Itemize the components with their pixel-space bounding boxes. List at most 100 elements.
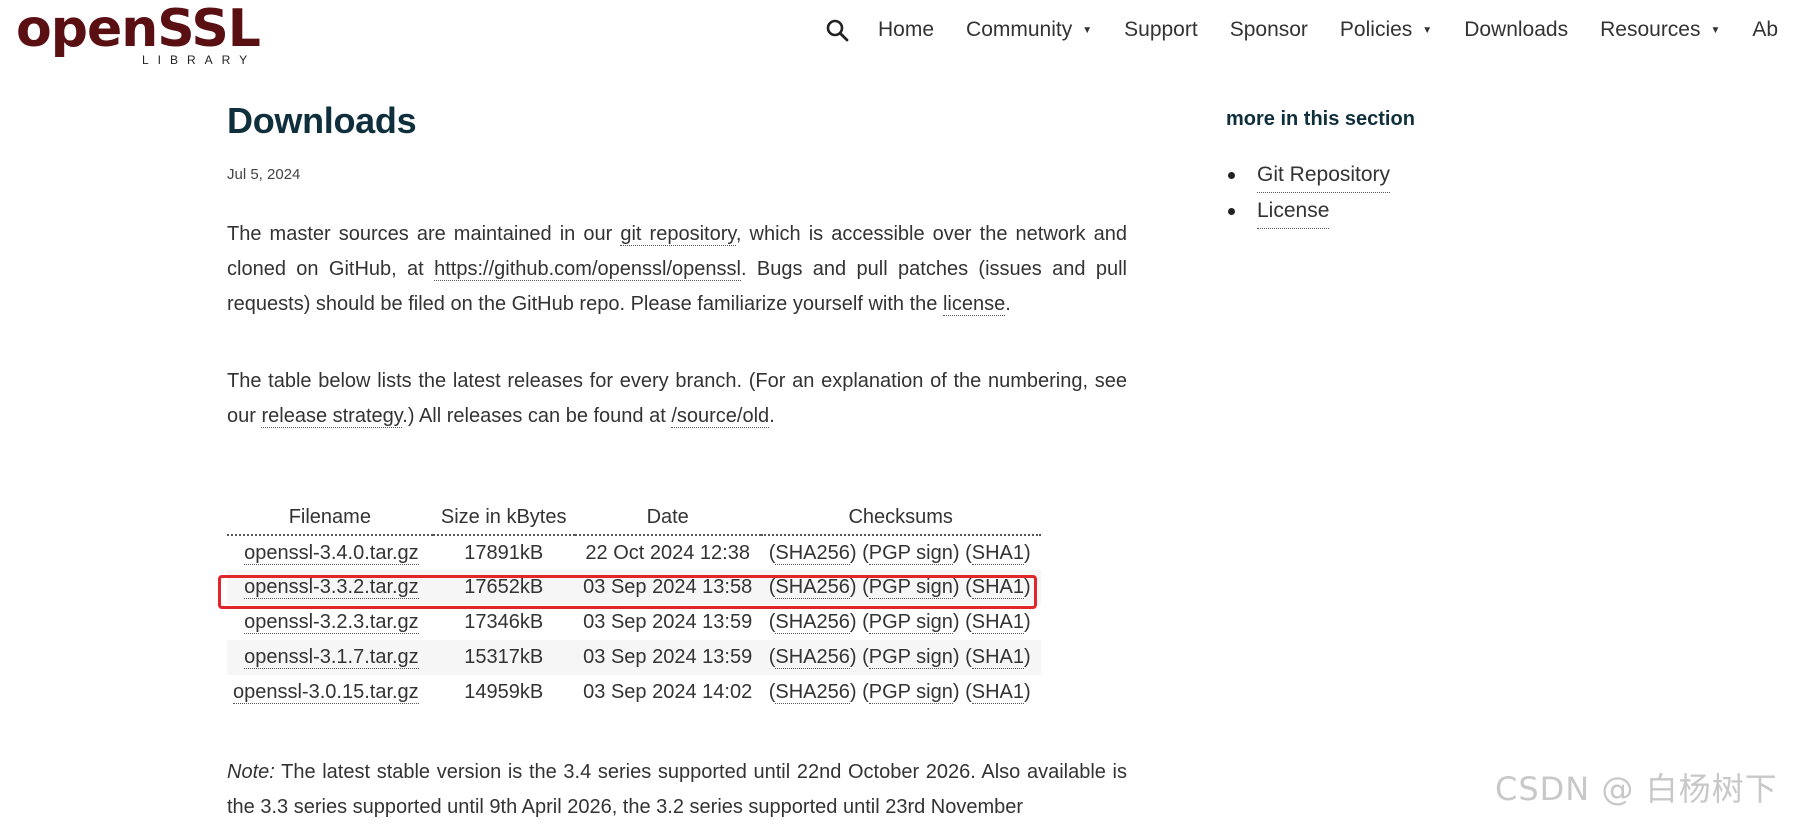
openssl-logo[interactable]: openSSL LIBRARY (16, 0, 276, 70)
logo-subtext: LIBRARY (142, 53, 256, 67)
pgp-sign-link[interactable]: PGP sign (868, 541, 953, 565)
checksums-cell: (SHA256) (PGP sign) (SHA1) (768, 611, 1031, 634)
page-date: Jul 5, 2024 (227, 166, 301, 183)
openssl-logo-graphic: openSSL LIBRARY (16, 0, 261, 67)
size-cell: 14959kB (464, 681, 544, 703)
filename-cell: openssl-3.2.3.tar.gz (227, 605, 433, 640)
date-cell: 03 Sep 2024 13:59 (583, 611, 753, 633)
sidebar-title: more in this section (1226, 108, 1415, 130)
table-intro-text-2: .) All releases can be found at (402, 405, 672, 427)
intro-text-1: The master sources are maintained in our (227, 223, 621, 245)
pgp-sign-link[interactable]: PGP sign (868, 681, 953, 704)
size-cell: 17652kB (432, 570, 575, 605)
nav-resources-label: Resources (1600, 18, 1701, 41)
table-header-row: Filename Size in kBytes Date Checksums (227, 500, 1041, 536)
nav-about[interactable]: Ab (1752, 18, 1778, 42)
download-link[interactable]: openssl-3.2.3.tar.gz (244, 611, 419, 634)
nav-policies[interactable]: Policies ▼ (1340, 18, 1432, 42)
download-link[interactable]: openssl-3.0.15.tar.gz (233, 681, 419, 704)
header-size: Size in kBytes (432, 500, 575, 536)
nav-support-label: Support (1124, 18, 1198, 41)
download-link[interactable]: openssl-3.4.0.tar.gz (244, 541, 419, 565)
header-filename: Filename (227, 500, 433, 536)
filename-cell: openssl-3.0.15.tar.gz (227, 675, 433, 710)
sha256-link[interactable]: SHA256 (775, 576, 850, 599)
filename-cell: openssl-3.4.0.tar.gz (227, 535, 433, 570)
date-cell: 03 Sep 2024 14:02 (583, 681, 753, 703)
caret-down-icon: ▼ (1422, 24, 1433, 36)
nav-about-label: Ab (1752, 18, 1779, 41)
downloads-table: Filename Size in kBytes Date Checksums o… (227, 500, 1041, 710)
pgp-sign-link[interactable]: PGP sign (868, 646, 953, 669)
nav-sponsor[interactable]: Sponsor (1230, 18, 1308, 42)
bullet-icon (1228, 171, 1235, 179)
pgp-sign-link[interactable]: PGP sign (868, 611, 953, 634)
sidebar-git-repository-link[interactable]: Git Repository (1257, 157, 1391, 193)
nav-downloads-label: Downloads (1464, 18, 1569, 41)
checksums-cell: (SHA256) (PGP sign) (SHA1) (760, 570, 1041, 605)
table-row: openssl-3.2.3.tar.gz 17346kB 03 Sep 2024… (227, 605, 1041, 640)
size-cell: 15317kB (432, 640, 575, 675)
date-cell: 22 Oct 2024 12:38 (585, 541, 750, 564)
table-intro-text-3: . (769, 405, 775, 427)
sidebar-license-link[interactable]: License (1257, 193, 1330, 229)
size-cell: 17346kB (464, 611, 544, 633)
nav-downloads[interactable]: Downloads (1464, 18, 1568, 42)
sha1-link[interactable]: SHA1 (971, 646, 1025, 669)
note-label: Note: (227, 761, 275, 783)
filename-cell: openssl-3.1.7.tar.gz (227, 640, 433, 675)
sidebar-list: Git Repository License (1226, 157, 1526, 229)
table-row: openssl-3.3.2.tar.gz 17652kB 03 Sep 2024… (227, 570, 1041, 605)
pgp-sign-link[interactable]: PGP sign (868, 576, 953, 599)
bullet-icon (1228, 207, 1235, 215)
note-text: The latest stable version is the 3.4 ser… (227, 761, 1127, 818)
main-content: Downloads Jul 5, 2024 The master sources… (227, 100, 1127, 818)
sha256-link[interactable]: SHA256 (775, 611, 850, 634)
nav-support[interactable]: Support (1124, 18, 1198, 42)
nav-community-label: Community (966, 18, 1073, 41)
table-row: openssl-3.0.15.tar.gz 14959kB 03 Sep 202… (227, 675, 1041, 710)
header-checksums: Checksums (760, 500, 1041, 536)
license-link[interactable]: license (942, 293, 1006, 316)
size-cell: 17891kB (464, 541, 544, 564)
sidebar: more in this section Git Repository Lice… (1226, 108, 1526, 229)
search-icon[interactable] (822, 15, 852, 45)
download-link[interactable]: openssl-3.1.7.tar.gz (244, 646, 419, 669)
date-cell: 03 Sep 2024 13:59 (574, 640, 761, 675)
date-cell: 03 Sep 2024 13:58 (574, 570, 761, 605)
logo-text: openSSL (16, 0, 260, 59)
source-old-link[interactable]: /source/old (671, 405, 770, 428)
nav-policies-label: Policies (1339, 18, 1413, 41)
sha256-link[interactable]: SHA256 (775, 646, 850, 669)
sha1-link[interactable]: SHA1 (971, 576, 1025, 599)
intro-text-4: . (1005, 293, 1011, 315)
sha256-link[interactable]: SHA256 (775, 541, 850, 565)
table-row: openssl-3.1.7.tar.gz 15317kB 03 Sep 2024… (227, 640, 1041, 675)
checksums-cell: (SHA256) (PGP sign) (SHA1) (768, 541, 1031, 565)
checksums-cell: (SHA256) (PGP sign) (SHA1) (768, 681, 1031, 704)
nav-home[interactable]: Home (878, 18, 934, 42)
download-link[interactable]: openssl-3.3.2.tar.gz (244, 576, 419, 599)
caret-down-icon: ▼ (1710, 24, 1721, 36)
table-row: openssl-3.4.0.tar.gz 17891kB 22 Oct 2024… (227, 535, 1041, 570)
page-title: Downloads (227, 100, 417, 141)
sha1-link[interactable]: SHA1 (971, 681, 1025, 704)
sha256-link[interactable]: SHA256 (775, 681, 850, 704)
sha1-link[interactable]: SHA1 (971, 541, 1025, 565)
note-paragraph: Note: The latest stable version is the 3… (227, 755, 1127, 825)
header-date: Date (574, 500, 761, 536)
nav-resources[interactable]: Resources ▼ (1600, 18, 1720, 42)
intro-paragraph: The master sources are maintained in our… (227, 217, 1127, 322)
site-header: openSSL LIBRARY Home Community ▼ Support … (0, 0, 1793, 80)
git-repository-link[interactable]: git repository (620, 223, 736, 246)
main-nav: Home Community ▼ Support Sponsor Policies… (822, 10, 1793, 50)
caret-down-icon: ▼ (1082, 24, 1093, 36)
release-strategy-link[interactable]: release strategy (261, 405, 403, 428)
github-link[interactable]: https://github.com/openssl/openssl (434, 258, 741, 281)
nav-community[interactable]: Community ▼ (966, 18, 1092, 42)
sha1-link[interactable]: SHA1 (971, 611, 1025, 634)
checksums-cell: (SHA256) (PGP sign) (SHA1) (760, 640, 1041, 675)
sidebar-item-git-repository: Git Repository (1226, 157, 1526, 193)
nav-sponsor-label: Sponsor (1229, 18, 1308, 41)
watermark: CSDN @ 白杨树下 (1495, 770, 1778, 808)
